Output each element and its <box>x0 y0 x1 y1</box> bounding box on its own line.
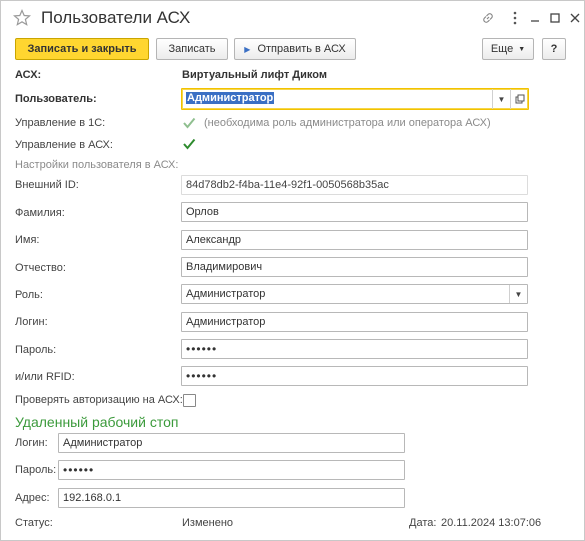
more-label: Еще <box>490 43 514 55</box>
remote-section-header: Удаленный рабочий стоп <box>15 414 179 430</box>
star-icon[interactable] <box>13 9 31 27</box>
rfid-field[interactable]: •••••• <box>181 366 528 386</box>
maximize-icon[interactable] <box>547 10 563 26</box>
open-icon[interactable] <box>510 89 528 109</box>
help-button[interactable]: ? <box>542 38 566 60</box>
status-label: Статус: <box>15 517 53 529</box>
auth-check-checkbox[interactable] <box>183 394 196 407</box>
date-value: 20.11.2024 13:07:06 <box>441 517 542 529</box>
play-icon: ▶ <box>244 44 251 54</box>
manage-1c-label: Управление в 1С: <box>15 117 106 129</box>
remote-address-label: Адрес: <box>15 492 50 504</box>
user-select-value: Администратор <box>186 92 275 104</box>
status-value: Изменено <box>182 517 234 529</box>
lastname-label: Фамилия: <box>15 207 65 219</box>
minimize-icon[interactable] <box>527 10 543 26</box>
manage-1c-hint: (необходима роль администратора или опер… <box>204 117 491 129</box>
firstname-field[interactable]: Александр <box>181 230 528 250</box>
middlename-field[interactable]: Владимирович <box>181 257 528 277</box>
more-button[interactable]: Еще ▼ <box>482 38 534 60</box>
remote-password-field[interactable]: •••••• <box>58 460 405 480</box>
role-select[interactable]: Администратор ▼ <box>181 284 528 304</box>
role-select-value: Администратор <box>186 288 266 300</box>
password-label: Пароль: <box>15 344 57 356</box>
auth-check-label: Проверять авторизацию на АСХ: <box>15 394 183 406</box>
chevron-down-icon[interactable]: ▼ <box>509 285 527 303</box>
remote-address-field[interactable]: 192.168.0.1 <box>58 488 405 508</box>
remote-password-label: Пароль: <box>15 464 57 476</box>
remote-login-label: Логин: <box>15 437 48 449</box>
user-form-window: Пользователи АСХ Записать и закрыть Запи… <box>0 0 585 541</box>
save-and-close-button[interactable]: Записать и закрыть <box>15 38 149 60</box>
middlename-label: Отчество: <box>15 262 66 274</box>
password-field[interactable]: •••••• <box>181 339 528 359</box>
save-button[interactable]: Записать <box>156 38 228 60</box>
login-label: Логин: <box>15 316 48 328</box>
send-to-acx-button[interactable]: ▶ Отправить в АСХ <box>234 38 356 60</box>
user-select[interactable]: Администратор ▼ <box>181 88 529 110</box>
manage-acx-checkbox[interactable] <box>182 137 196 151</box>
acx-value: Виртуальный лифт Диком <box>182 69 327 81</box>
user-label: Пользователь: <box>15 93 97 105</box>
rfid-label: и/или RFID: <box>15 371 75 383</box>
window-title: Пользователи АСХ <box>41 8 191 27</box>
chevron-down-icon: ▼ <box>518 45 526 53</box>
more-icon[interactable] <box>507 10 523 26</box>
login-field[interactable]: Администратор <box>181 312 528 332</box>
settings-header: Настройки пользователя в АСХ: <box>15 159 179 171</box>
close-icon[interactable] <box>567 10 583 26</box>
manage-1c-checkbox[interactable] <box>182 116 196 130</box>
role-label: Роль: <box>15 289 43 301</box>
date-label: Дата: <box>409 517 437 529</box>
title-bar: Пользователи АСХ <box>1 1 584 35</box>
acx-label: АСХ: <box>15 69 42 81</box>
lastname-field[interactable]: Орлов <box>181 202 528 222</box>
external-id-field[interactable]: 84d78db2-f4ba-11e4-92f1-0050568b35ac <box>181 175 528 195</box>
manage-acx-label: Управление в АСХ: <box>15 139 113 151</box>
firstname-label: Имя: <box>15 234 40 246</box>
chevron-down-icon[interactable]: ▼ <box>492 89 510 109</box>
remote-login-field[interactable]: Администратор <box>58 433 405 453</box>
external-id-label: Внешний ID: <box>15 179 79 191</box>
send-to-acx-label: Отправить в АСХ <box>257 43 346 55</box>
link-icon[interactable] <box>480 10 496 26</box>
